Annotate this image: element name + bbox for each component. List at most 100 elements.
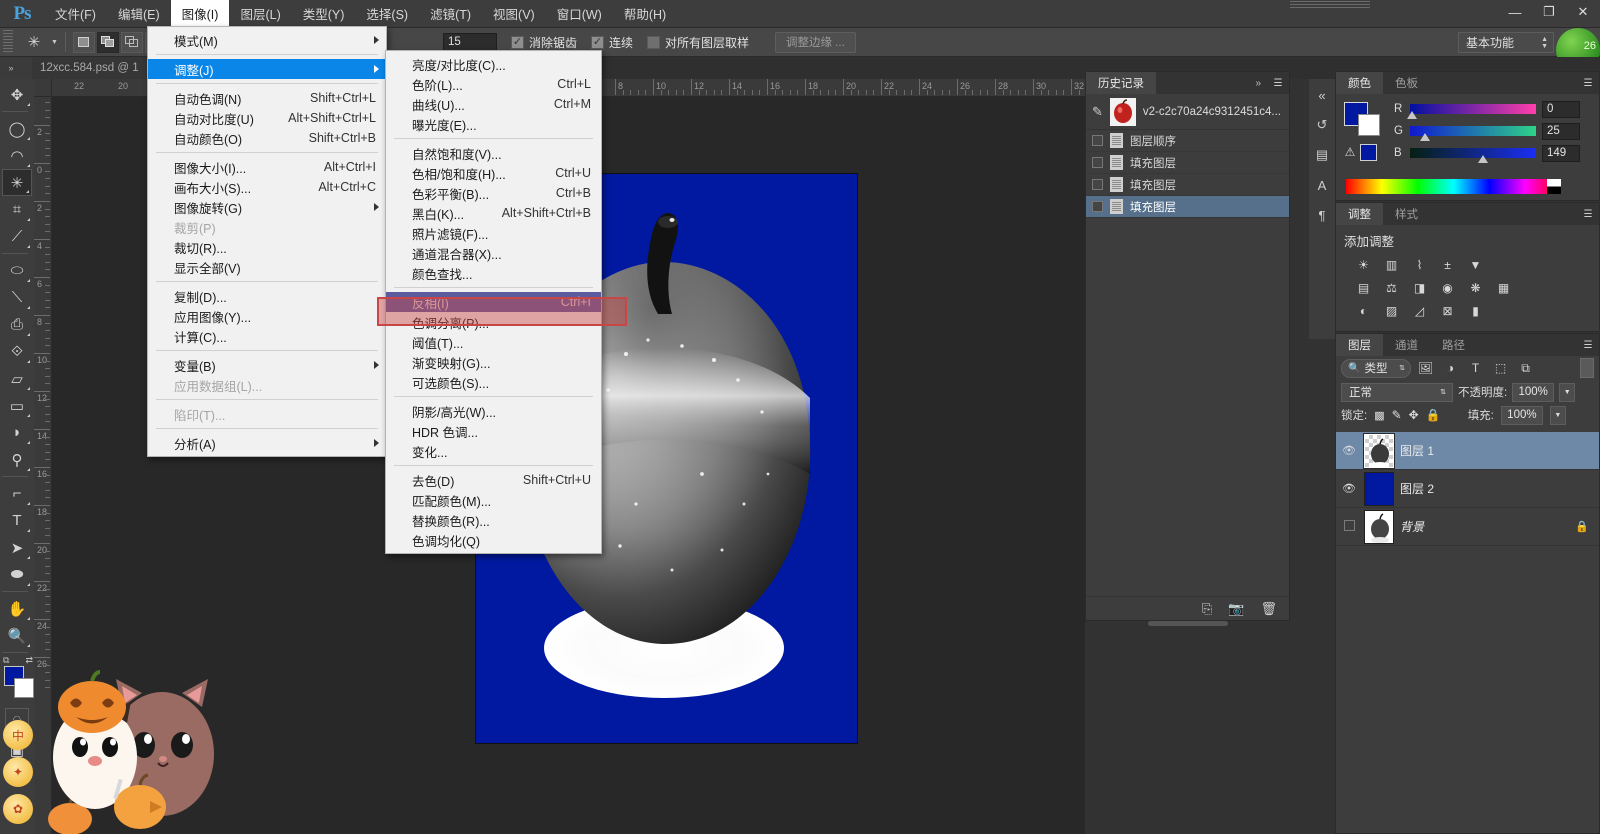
history-state-row[interactable]: 填充图层: [1086, 174, 1289, 196]
menu-item[interactable]: 颜色查找...: [386, 263, 601, 283]
filter-toggle-switch[interactable]: [1580, 358, 1594, 378]
eye-visible-icon[interactable]: 👁: [1340, 444, 1358, 457]
menu-item[interactable]: 应用图像(Y)...: [148, 306, 386, 326]
gradient-map-icon[interactable]: ⊠: [1438, 302, 1457, 319]
menu-1[interactable]: 文件(F): [44, 0, 107, 28]
eye-visible-icon[interactable]: 👁: [1340, 482, 1358, 495]
fill-value[interactable]: 100%: [1500, 405, 1543, 425]
layer-row[interactable]: 背景 🔒: [1336, 508, 1599, 546]
menu-item[interactable]: 阴影/高光(W)...: [386, 401, 601, 421]
red-slider-thumb[interactable]: [1407, 111, 1417, 119]
brightness-contrast-icon[interactable]: ☀: [1354, 256, 1373, 273]
default-colors-icon[interactable]: ⧉: [3, 655, 9, 666]
adjustments-submenu[interactable]: 亮度/对比度(C)... 色阶(L)... Ctrl+L 曲线(U)... Ctrl+M…: [385, 50, 602, 554]
menu-item[interactable]: 变化...: [386, 441, 601, 461]
document-tab-1[interactable]: 12xcc.584.psd @ 1 ✕: [32, 57, 164, 79]
menu-item[interactable]: 去色(D) Shift+Ctrl+U: [386, 470, 601, 490]
panel-menu-icon[interactable]: ☰: [1577, 72, 1599, 94]
new-selection-button[interactable]: [72, 31, 95, 53]
lock-all-icon[interactable]: 🔒: [1426, 408, 1441, 422]
contiguous-checkbox[interactable]: ✓ 连续: [590, 34, 633, 51]
dodge-tool[interactable]: ⚲: [2, 446, 32, 473]
menu-item[interactable]: 自动颜色(O) Shift+Ctrl+B: [148, 128, 386, 148]
exposure-icon[interactable]: ±: [1438, 256, 1457, 273]
hand-tool[interactable]: ✋: [2, 595, 32, 622]
collapse-panel-icon[interactable]: »: [1249, 72, 1267, 94]
opacity-value[interactable]: 100%: [1512, 382, 1555, 402]
clone-stamp-tool[interactable]: ⎙: [2, 311, 32, 338]
antialias-checkbox[interactable]: ✓ 消除锯齿: [510, 34, 577, 51]
history-state-row[interactable]: 填充图层: [1086, 196, 1289, 218]
tab-layers[interactable]: 图层: [1336, 334, 1383, 356]
menu-item[interactable]: 渐变映射(G)...: [386, 352, 601, 372]
posterize-icon[interactable]: ▨: [1382, 302, 1401, 319]
history-snapshot-row[interactable]: ✎ v2-c2c70a24c9312451c4...: [1086, 94, 1289, 130]
blue-value[interactable]: 149: [1542, 144, 1580, 162]
menu-item[interactable]: 自动对比度(U) Alt+Shift+Ctrl+L: [148, 108, 386, 128]
marquee-tool[interactable]: ◯: [2, 115, 32, 142]
tab-swatches[interactable]: 色板: [1383, 72, 1430, 94]
add-to-selection-button[interactable]: [96, 31, 119, 53]
lock-position-icon[interactable]: ✥: [1409, 408, 1419, 422]
background-color-swatch[interactable]: [1358, 114, 1380, 136]
photo-filter-icon[interactable]: ◉: [1438, 279, 1457, 296]
history-rail-icon[interactable]: ↺: [1312, 115, 1332, 135]
levels-icon[interactable]: ▥: [1382, 256, 1401, 273]
hue-saturation-icon[interactable]: ▤: [1354, 279, 1373, 296]
green-value[interactable]: 25: [1542, 122, 1580, 140]
menu-item[interactable]: 色调分离(P)...: [386, 312, 601, 332]
type-filter-icon[interactable]: T: [1465, 359, 1486, 378]
character-rail-icon[interactable]: A: [1312, 175, 1332, 195]
red-slider[interactable]: [1407, 104, 1536, 119]
threshold-icon[interactable]: ◿: [1410, 302, 1429, 319]
menu-item[interactable]: 通道混合器(X)...: [386, 243, 601, 263]
window-drag-handle[interactable]: [1290, 1, 1370, 9]
tool-preset-chevron-icon[interactable]: ▼: [51, 39, 58, 46]
menu-item[interactable]: 色阶(L)... Ctrl+L: [386, 74, 601, 94]
gradient-tool[interactable]: ▭: [2, 392, 32, 419]
close-button[interactable]: ✕: [1566, 0, 1600, 24]
history-brush-tool[interactable]: ⟐: [2, 338, 32, 365]
menu-item[interactable]: 变量(B): [148, 355, 386, 375]
menu-item[interactable]: 曝光度(E)...: [386, 114, 601, 134]
minimize-button[interactable]: —: [1498, 0, 1532, 24]
panel-menu-icon[interactable]: ☰: [1577, 203, 1599, 225]
green-slider[interactable]: [1410, 126, 1536, 141]
lock-image-icon[interactable]: ✎: [1392, 408, 1402, 422]
gamut-warning-icon[interactable]: ⚠: [1342, 144, 1358, 160]
color-swatches[interactable]: ⧉ ⇄: [2, 655, 34, 700]
blend-mode-select[interactable]: 正常 ⇅: [1341, 382, 1453, 402]
trash-icon[interactable]: 🗑: [1260, 601, 1277, 617]
opacity-chevron-icon[interactable]: ▼: [1559, 382, 1576, 402]
history-snapshot-checkbox[interactable]: [1092, 157, 1103, 168]
options-bar-grip[interactable]: [3, 30, 13, 54]
color-spectrum-bar[interactable]: [1346, 179, 1561, 194]
smart-object-filter-icon[interactable]: ⧉: [1515, 359, 1536, 378]
menu-item[interactable]: 曲线(U)... Ctrl+M: [386, 94, 601, 114]
tab-channels[interactable]: 通道: [1383, 334, 1430, 356]
layer-row[interactable]: 👁 图层 2: [1336, 470, 1599, 508]
blur-tool[interactable]: ◗: [2, 419, 32, 446]
menu-item[interactable]: 色彩平衡(B)... Ctrl+B: [386, 183, 601, 203]
menu-item[interactable]: 显示全部(V): [148, 257, 386, 277]
menu-item[interactable]: HDR 色调...: [386, 421, 601, 441]
history-state-row[interactable]: 填充图层: [1086, 152, 1289, 174]
expand-rail-icon[interactable]: «: [1312, 85, 1332, 105]
sample-all-layers-checkbox[interactable]: ✓ 对所有图层取样: [646, 34, 749, 51]
menu-4[interactable]: 图层(L): [229, 0, 291, 28]
black-white-icon[interactable]: ◨: [1410, 279, 1429, 296]
expand-dock-icon[interactable]: »: [0, 57, 22, 79]
layer-thumbnail[interactable]: [1364, 509, 1394, 544]
menu-item[interactable]: 替换颜色(R)...: [386, 510, 601, 530]
menu-3[interactable]: 图像(I): [170, 0, 230, 28]
menu-item[interactable]: 匹配颜色(M)...: [386, 490, 601, 510]
lasso-tool[interactable]: ◠: [2, 142, 32, 169]
menu-9[interactable]: 窗口(W): [546, 0, 613, 28]
history-snapshot-checkbox[interactable]: [1092, 135, 1103, 146]
menu-8[interactable]: 视图(V): [482, 0, 546, 28]
move-tool[interactable]: ✥: [2, 81, 32, 108]
magic-wand-tool[interactable]: ✳: [2, 169, 32, 196]
menu-item[interactable]: 模式(M): [148, 30, 386, 50]
subtract-from-selection-button[interactable]: [120, 31, 143, 53]
menu-item[interactable]: 亮度/对比度(C)...: [386, 54, 601, 74]
